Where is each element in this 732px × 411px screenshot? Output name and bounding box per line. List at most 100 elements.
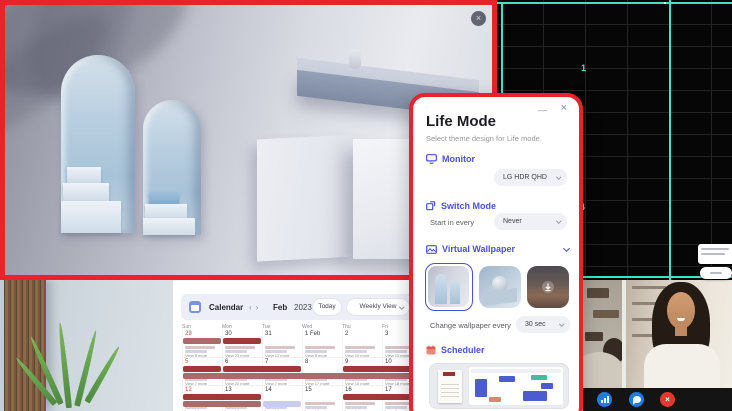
calendar-app-title: Calendar (209, 303, 243, 312)
view-more-link[interactable]: View 23 more (225, 353, 249, 358)
event-bar[interactable] (263, 401, 301, 407)
monitor-dropdown[interactable]: LG HDR QHD (494, 169, 567, 186)
view-more-link[interactable]: View 7 more (265, 381, 287, 386)
virtual-wallpaper-section-header: Virtual Wallpaper (426, 244, 515, 254)
date-label: 30 (225, 331, 232, 337)
event-bar[interactable] (223, 366, 301, 372)
view-more-link[interactable]: View 13 more (385, 353, 409, 358)
view-more-link[interactable]: View 13 more (265, 353, 289, 358)
event-bar[interactable] (223, 338, 261, 344)
view-more-link[interactable]: View 5 more (305, 353, 327, 358)
view-more-link[interactable]: View 20 more (225, 381, 249, 386)
vase (349, 49, 361, 69)
start-in-every-label: Start in every (430, 218, 474, 227)
event-text-line (345, 402, 375, 405)
leaning-panel (257, 134, 353, 261)
video-call-window: × (583, 280, 732, 411)
event-bar[interactable] (183, 394, 261, 400)
view-more-link[interactable]: View 10 more (345, 381, 369, 386)
date-label: 10 (385, 359, 392, 365)
chat-bubble-icon (633, 396, 641, 403)
tooltip-confirm-button[interactable] (700, 267, 732, 279)
tooltip-text-line (701, 253, 725, 255)
calendar-day-cell[interactable]: 29View 5 more (182, 330, 222, 358)
calendar-day-cell[interactable]: 7 View 7 more (262, 358, 302, 386)
view-more-link[interactable]: View 5 more (185, 353, 207, 358)
grid-teal-line-vertical (669, 0, 671, 283)
next-month-button[interactable]: › (256, 303, 263, 312)
close-icon[interactable]: × (471, 11, 486, 26)
change-wallpaper-label: Change wallpaper every (430, 321, 511, 330)
wallpaper-interval-value: 30 sec (525, 321, 546, 328)
date-label: 5 (185, 359, 188, 365)
participant-body (644, 344, 720, 388)
video-tile-secondary (583, 280, 622, 388)
wallpaper-interval-dropdown[interactable]: 30 sec (516, 316, 570, 333)
life-mode-panel: — × Life Mode Select theme design for Li… (409, 93, 583, 411)
date-label: 14 (265, 387, 272, 393)
event-bar[interactable] (183, 366, 221, 372)
event-bar[interactable] (183, 338, 221, 344)
wallpaper-thumb-arch-room[interactable] (425, 263, 473, 311)
calendar-day-cell[interactable]: 1 FebView 5 more (302, 330, 342, 358)
calendar-day-cell[interactable]: 31View 13 more (262, 330, 302, 358)
wallpaper-icon (426, 245, 437, 254)
switch-mode-icon (426, 201, 436, 211)
view-more-link[interactable]: View 7 more (185, 381, 207, 386)
event-text-line (185, 346, 215, 349)
section-collapse-chevron-icon[interactable] (563, 245, 570, 252)
view-more-link[interactable]: View 18 more (385, 381, 409, 386)
date-label: 17 (385, 387, 392, 393)
minimize-icon[interactable]: — (538, 105, 547, 115)
date-label: 7 (265, 359, 268, 365)
calendar-day-cell[interactable]: 9View 10 more (342, 358, 382, 386)
video-tile-primary (626, 280, 732, 388)
tooltip-text-line (701, 248, 729, 250)
close-icon[interactable]: × (561, 102, 567, 114)
signal-stats-button[interactable] (597, 392, 612, 407)
grid-dot (664, 2, 666, 4)
calendar-day-cell[interactable]: 8 View 17 more (302, 358, 342, 386)
panel-title: Life Mode (426, 113, 496, 130)
event-bar[interactable] (183, 401, 261, 407)
calendar-day-cell[interactable]: 6View 20 more (222, 358, 262, 386)
date-label: 12 (185, 387, 192, 393)
end-call-button[interactable]: × (660, 392, 675, 407)
photo-scene (0, 280, 180, 411)
view-more-link[interactable]: View 17 more (305, 381, 329, 386)
event-text-line (345, 346, 375, 349)
scheduler-preview-image[interactable] (429, 363, 569, 409)
chevron-down-icon (556, 218, 561, 223)
calendar-day-cell[interactable]: 14View 10 more (262, 386, 302, 411)
chat-button[interactable] (629, 392, 644, 407)
prev-month-button[interactable]: ‹ (249, 303, 256, 312)
date-label: 16 (345, 387, 352, 393)
view-mode-dropdown[interactable]: Weekly View (347, 299, 409, 315)
calendar-day-cell[interactable]: 15View 13 more (302, 386, 342, 411)
calendar-day-cell[interactable]: 5 View 7 more (182, 358, 222, 386)
monitor-value: LG HDR QHD (503, 174, 547, 181)
switch-interval-dropdown[interactable]: Never (494, 213, 567, 230)
date-label: 2 (345, 331, 348, 337)
wallpaper-thumb-dusk-scene[interactable] (527, 266, 569, 308)
event-text-line (265, 346, 295, 349)
grid-tooltip (698, 244, 732, 264)
arch-niche-large (61, 55, 135, 233)
switch-mode-section-header: Switch Mode (426, 201, 496, 211)
calendar-day-cell[interactable]: 30 View 23 more (222, 330, 262, 358)
participant-face (667, 292, 695, 329)
wallpaper-thumb-pebble-room[interactable] (479, 266, 521, 308)
virtual-wallpaper-label: Virtual Wallpaper (442, 244, 515, 254)
calendar-app-icon (189, 301, 201, 313)
view-mode-value: Weekly View (360, 303, 397, 310)
today-button[interactable]: Today (313, 299, 341, 315)
event-text-line (305, 402, 335, 405)
monitor-section-header: Monitor (426, 154, 475, 164)
panel-subtitle: Select theme design for Life mode. (426, 134, 542, 143)
calendar-day-cell[interactable]: 2 View 10 more (342, 330, 382, 358)
scheduler-label: Scheduler (441, 345, 485, 355)
calendar-nav-arrows[interactable]: ‹› (249, 303, 262, 312)
view-more-link[interactable]: View 10 more (345, 353, 369, 358)
switch-mode-label: Switch Mode (441, 201, 496, 211)
date-label: 8 (305, 359, 308, 365)
